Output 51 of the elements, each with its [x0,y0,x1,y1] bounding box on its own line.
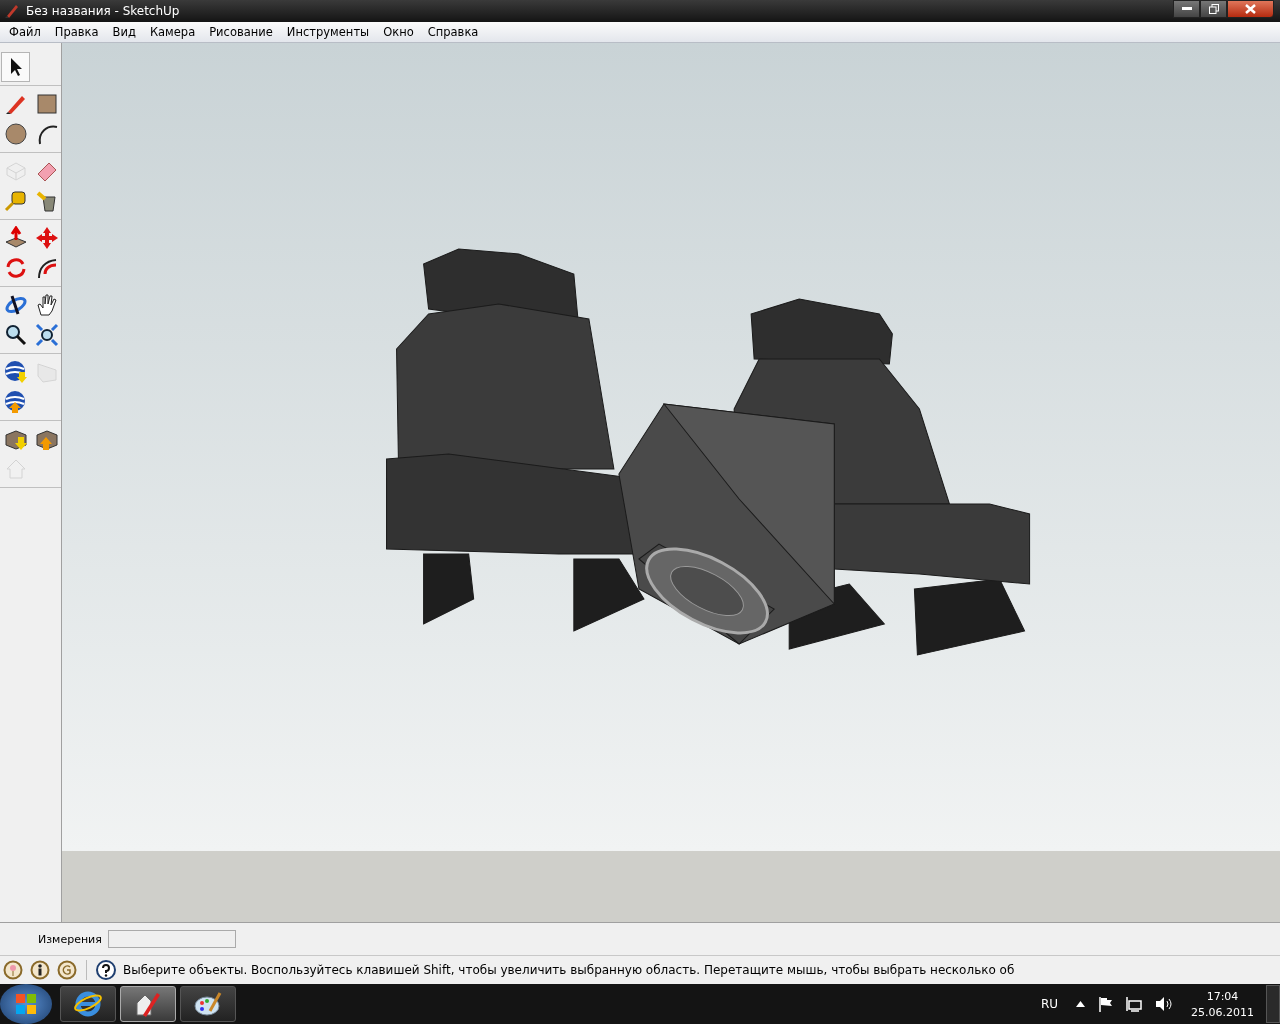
clock-time[interactable]: 17:04 [1206,989,1239,1003]
menu-item[interactable]: Камера [142,25,203,39]
menu-item[interactable]: Окно [376,25,421,39]
person-icon [30,960,50,980]
menu-item[interactable]: Файл [2,25,48,39]
zoom-icon [3,323,28,347]
close-icon [1245,4,1256,14]
globe-upload-icon [3,390,28,414]
globe-download-icon [3,360,28,384]
tool-button[interactable] [1,52,30,82]
viewport-canvas[interactable] [62,43,1280,922]
pencil-icon [4,3,20,19]
menu-item[interactable]: Справка [420,25,486,39]
push-pull-icon [3,226,28,250]
restore-icon [1208,4,1219,14]
caret-up-icon[interactable] [1076,1001,1085,1007]
letter-e-icon [73,989,103,1019]
windows-logo-icon [15,993,37,1015]
clock-date[interactable]: 25.06.2011 [1191,1005,1254,1019]
box-download-icon [3,427,28,451]
geolocation-icon [3,960,23,980]
paint-bucket-icon [34,189,59,213]
menu-item[interactable]: Рисование [202,25,280,39]
network-icon[interactable] [1125,996,1143,1012]
minimize-button[interactable] [1173,0,1200,18]
zoom-extents-icon [34,323,59,347]
close-button[interactable] [1227,0,1274,18]
tape-measure-icon [3,189,28,213]
taskbar-app-button[interactable] [180,986,236,1022]
menu-item[interactable]: Вид [105,25,143,39]
move-arrows-icon [34,226,59,250]
language-indicator[interactable]: RU [1040,997,1058,1011]
menu-item[interactable]: Инструменты [279,25,377,39]
maximize-button[interactable] [1200,0,1227,18]
rectangle-icon [34,92,59,116]
taskbar-app-button[interactable] [120,986,176,1022]
menu-item[interactable]: Правка [47,25,106,39]
orbit-icon [3,293,28,317]
status-message: Выберите объекты. Воспользуйтесь клавишей Shift, чтобы увеличить выбранную область. Перетащите мышь, чтобы выбрать несколько об [123,963,1015,977]
measurements-label: Измерения [38,932,102,946]
minimize-icon [1181,7,1192,11]
box-upload-icon [34,427,59,451]
start-button[interactable] [0,984,52,1024]
help-icon [96,960,116,980]
flag-icon[interactable] [1097,996,1113,1012]
measurements-field[interactable] [107,930,236,948]
hand-icon [34,293,59,317]
taskbar-app-button[interactable] [60,986,116,1022]
speaker-icon[interactable] [1155,996,1173,1012]
window-title: Без названия - SketchUp [26,4,181,18]
circle-icon [3,122,28,146]
